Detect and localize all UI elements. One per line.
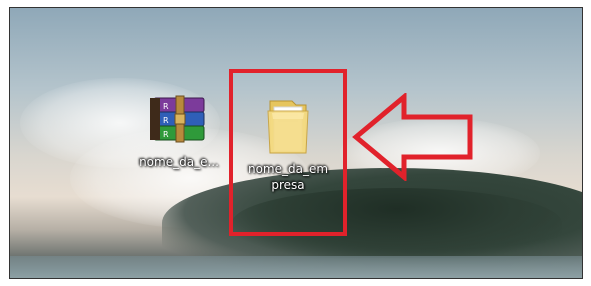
highlight-rectangle xyxy=(229,69,347,236)
desktop-icon-archive[interactable]: R R R nome_da_e... xyxy=(129,94,229,170)
left-arrow-icon xyxy=(352,91,474,185)
sea xyxy=(10,256,582,278)
winrar-archive-icon: R R R xyxy=(148,94,210,154)
svg-text:R: R xyxy=(163,116,169,125)
svg-text:R: R xyxy=(163,130,169,139)
archive-label: nome_da_e... xyxy=(139,155,219,169)
svg-text:R: R xyxy=(163,102,169,111)
